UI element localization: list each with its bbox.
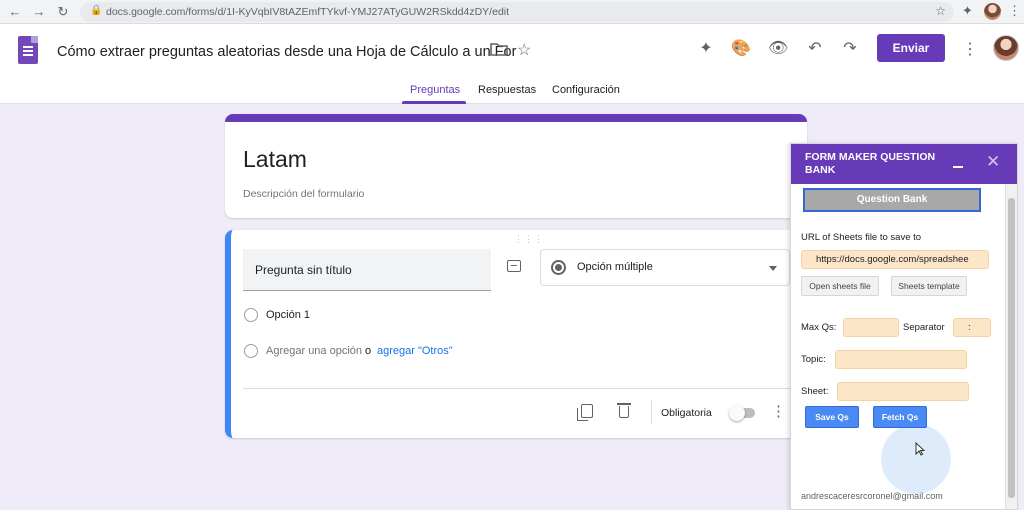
sheets-template-button[interactable]: Sheets template: [891, 276, 967, 296]
or-text: o: [365, 345, 372, 357]
option-1-text[interactable]: Opción 1: [266, 309, 310, 321]
browser-menu-icon[interactable]: ⋮: [1008, 3, 1021, 19]
undo-icon[interactable]: ↶: [805, 39, 825, 59]
folder-icon[interactable]: [490, 42, 508, 56]
question-more-icon[interactable]: ⋮: [771, 402, 786, 420]
topic-label: Topic:: [801, 354, 826, 365]
divider: [243, 388, 803, 389]
click-ripple: [881, 424, 951, 494]
chevron-down-icon: [769, 266, 777, 271]
addon-body: Question Bank URL of Sheets file to save…: [791, 184, 1005, 509]
user-avatar[interactable]: [993, 35, 1019, 61]
tab-preguntas[interactable]: Preguntas: [410, 84, 460, 96]
google-forms-logo-icon[interactable]: [18, 36, 38, 64]
delete-icon[interactable]: [617, 403, 631, 418]
add-image-icon[interactable]: [507, 260, 521, 272]
question-type-select[interactable]: Opción múltiple: [540, 249, 790, 286]
url-label: URL of Sheets file to save to: [801, 232, 922, 243]
add-option-link[interactable]: Agregar una opción: [266, 345, 362, 357]
open-sheets-button[interactable]: Open sheets file: [801, 276, 879, 296]
back-icon[interactable]: ←: [6, 3, 24, 21]
separator-label: Separator: [903, 322, 945, 333]
tab-configuracion[interactable]: Configuración: [552, 84, 620, 96]
form-title-card[interactable]: Latam Descripción del formulario: [225, 114, 807, 218]
reload-icon[interactable]: ↻: [54, 3, 72, 21]
active-tab-indicator: [402, 101, 466, 104]
question-title-text: Pregunta sin título: [255, 263, 352, 277]
sheets-url-input[interactable]: https://docs.google.com/spreadshee: [801, 250, 989, 269]
star-icon[interactable]: ☆: [517, 40, 531, 60]
required-label: Obligatoria: [661, 407, 712, 419]
question-bank-button[interactable]: Question Bank: [803, 188, 981, 212]
browser-toolbar: ← → ↻ 🔒 docs.google.com/forms/d/1I-KyVqb…: [0, 0, 1024, 24]
bookmark-star-icon[interactable]: ☆: [935, 4, 946, 18]
question-card[interactable]: ⋮⋮⋮ Pregunta sin título Opción múltiple …: [225, 230, 807, 438]
max-qs-input[interactable]: [843, 318, 899, 337]
radio-checked-icon: [551, 260, 566, 275]
forward-icon[interactable]: →: [30, 3, 48, 21]
drag-handle-icon[interactable]: ⋮⋮⋮: [514, 234, 544, 245]
max-qs-label: Max Qs:: [801, 322, 837, 333]
preview-eye-icon[interactable]: 👁: [768, 39, 788, 59]
addon-header: FORM MAKER QUESTION BANK ✕: [791, 144, 1017, 184]
redo-icon[interactable]: ↷: [840, 39, 860, 59]
palette-icon[interactable]: 🎨: [731, 39, 751, 59]
forms-header: Cómo extraer preguntas aleatorias desde …: [0, 24, 1024, 104]
add-other-link[interactable]: agregar "Otros": [377, 345, 453, 357]
addon-sidebar: FORM MAKER QUESTION BANK ✕ Question Bank…: [790, 143, 1018, 510]
radio-empty-icon: [244, 344, 258, 358]
duplicate-icon[interactable]: [577, 404, 593, 421]
minimize-icon[interactable]: [953, 166, 963, 168]
form-description[interactable]: Descripción del formulario: [243, 188, 364, 200]
addon-scrollbar[interactable]: [1005, 184, 1017, 509]
topic-input[interactable]: [835, 350, 967, 369]
browser-profile-avatar[interactable]: [984, 3, 1001, 20]
close-icon[interactable]: ✕: [986, 152, 1000, 172]
addons-puzzle-icon[interactable]: ✦: [696, 39, 716, 59]
separator-input[interactable]: :: [953, 318, 991, 337]
url-text: docs.google.com/forms/d/1I-KyVqbIV8tAZEm…: [106, 6, 510, 18]
sheet-input[interactable]: [837, 382, 969, 401]
scroll-thumb[interactable]: [1008, 198, 1015, 498]
question-title-input[interactable]: Pregunta sin título: [243, 249, 491, 291]
mouse-cursor-icon: [915, 442, 925, 456]
account-email: andrescaceresrcoronel@gmail.com: [801, 491, 943, 501]
question-type-label: Opción múltiple: [577, 261, 653, 273]
radio-empty-icon: [244, 308, 258, 322]
document-title[interactable]: Cómo extraer preguntas aleatorias desde …: [57, 44, 516, 60]
required-toggle[interactable]: [729, 405, 755, 421]
tab-respuestas[interactable]: Respuestas: [478, 84, 536, 96]
address-bar[interactable]: 🔒 docs.google.com/forms/d/1I-KyVqbIV8tAZ…: [80, 2, 954, 22]
divider: [651, 400, 652, 424]
addon-title: FORM MAKER QUESTION BANK: [805, 151, 936, 176]
send-button[interactable]: Enviar: [877, 34, 945, 62]
more-options-icon[interactable]: ⋮: [962, 39, 978, 59]
fetch-qs-button[interactable]: Fetch Qs: [873, 406, 927, 428]
lock-icon: 🔒: [90, 5, 103, 16]
save-qs-button[interactable]: Save Qs: [805, 406, 859, 428]
form-title[interactable]: Latam: [243, 146, 307, 173]
sheet-label: Sheet:: [801, 386, 829, 397]
extensions-icon[interactable]: ✦: [962, 3, 973, 19]
